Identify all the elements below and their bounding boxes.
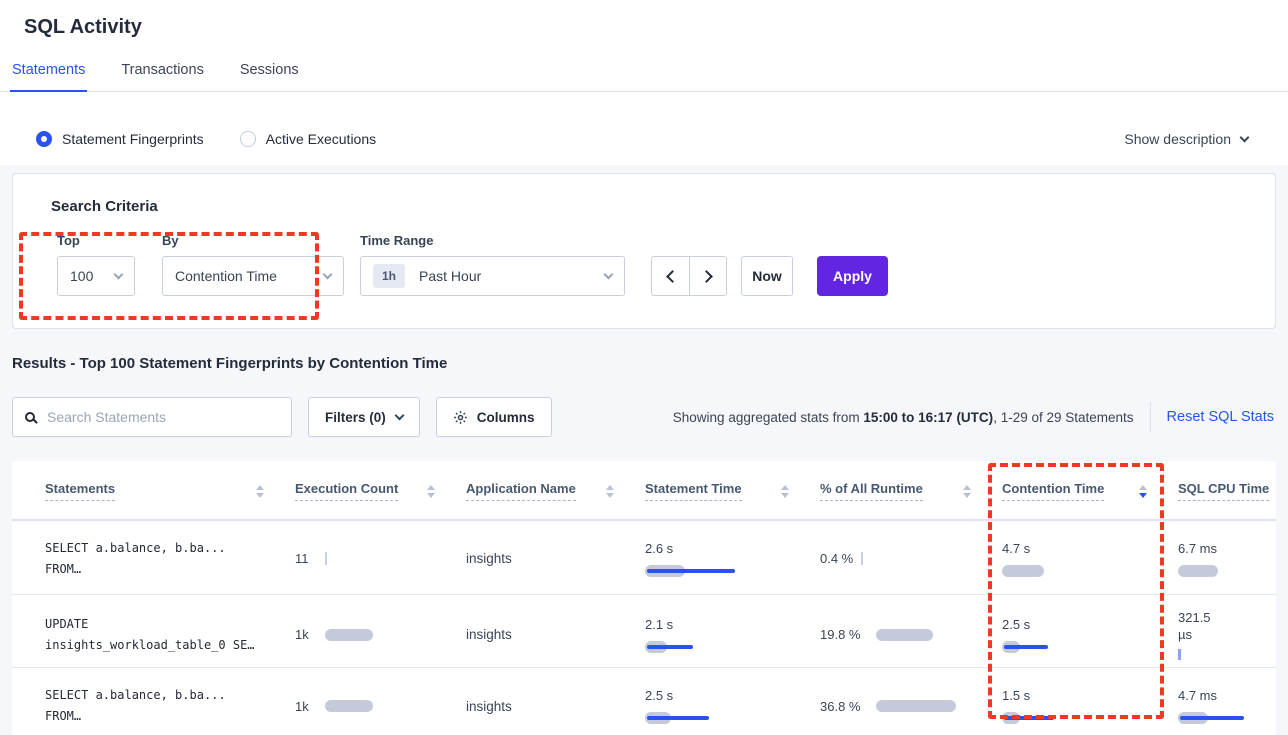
table-row[interactable]: UPDATEinsights_workload_table_0 SE… 1k i… bbox=[12, 595, 1276, 668]
sql-cpu-time-cell: 321.5 µs bbox=[1165, 595, 1276, 672]
table-row[interactable]: SELECT a.balance, b.ba...FROM… 1k insigh… bbox=[12, 668, 1276, 735]
sort-icon[interactable] bbox=[606, 485, 614, 498]
radio-unselected-icon[interactable] bbox=[240, 131, 256, 147]
table-row[interactable]: SELECT a.balance, b.ba...FROM… 11 insigh… bbox=[12, 521, 1276, 595]
reset-sql-stats-link[interactable]: Reset SQL Stats bbox=[1167, 409, 1276, 425]
tab-statements[interactable]: Statements bbox=[10, 62, 87, 92]
column-header-execution-count[interactable]: Execution Count bbox=[282, 461, 453, 519]
statement-cell[interactable]: SELECT a.balance, b.ba...FROM… bbox=[12, 668, 282, 735]
contention-time-bar bbox=[1002, 564, 1098, 578]
radio-statement-fingerprints[interactable]: Statement Fingerprints bbox=[36, 131, 204, 147]
now-button[interactable]: Now bbox=[741, 256, 793, 296]
chevron-left-icon bbox=[666, 270, 679, 283]
time-range-badge: 1h bbox=[373, 264, 405, 288]
aggregated-stats-note: Showing aggregated stats from 15:00 to 1… bbox=[673, 410, 1134, 425]
time-next-button[interactable] bbox=[689, 256, 727, 296]
column-header-statements[interactable]: Statements bbox=[12, 461, 282, 519]
search-statements-box[interactable] bbox=[12, 397, 292, 437]
column-header-contention-time[interactable]: Contention Time bbox=[989, 461, 1165, 519]
application-name-cell: insights bbox=[453, 668, 632, 735]
execution-count-cell: 1k bbox=[282, 595, 453, 672]
time-prev-button[interactable] bbox=[651, 256, 689, 296]
contention-time-bar bbox=[1002, 711, 1098, 725]
column-header-statement-time[interactable]: Statement Time bbox=[632, 461, 807, 519]
show-description-toggle[interactable]: Show description bbox=[1124, 131, 1248, 147]
statement-cell[interactable]: UPDATEinsights_workload_table_0 SE… bbox=[12, 595, 282, 672]
columns-button[interactable]: Columns bbox=[436, 397, 552, 437]
contention-time-bar bbox=[1002, 640, 1098, 654]
column-header-pct-runtime[interactable]: % of All Runtime bbox=[807, 461, 989, 519]
sql-cpu-time-bar bbox=[1178, 711, 1274, 725]
statement-time-cell: 2.6 s bbox=[632, 521, 807, 594]
search-icon bbox=[25, 412, 35, 422]
application-name-cell: insights bbox=[453, 595, 632, 672]
sql-cpu-time-bar bbox=[1178, 649, 1181, 660]
execution-count-bar bbox=[325, 628, 385, 642]
tab-transactions[interactable]: Transactions bbox=[119, 62, 205, 91]
contention-time-cell: 1.5 s bbox=[989, 668, 1165, 735]
statement-time-bar bbox=[645, 711, 741, 725]
view-toggle-bar: Statement Fingerprints Active Executions… bbox=[0, 113, 1288, 165]
chevron-down-icon bbox=[1240, 132, 1250, 142]
pct-runtime-cell: 19.8 % bbox=[807, 595, 989, 672]
time-range-select[interactable]: 1h Past Hour bbox=[360, 256, 625, 296]
gear-icon bbox=[453, 410, 468, 425]
contention-time-cell: 4.7 s bbox=[989, 521, 1165, 594]
statement-time-cell: 2.1 s bbox=[632, 595, 807, 672]
statement-time-bar bbox=[645, 564, 741, 578]
sort-icon[interactable] bbox=[781, 485, 789, 498]
time-range-label: Time Range bbox=[360, 233, 625, 248]
execution-count-bar bbox=[325, 552, 327, 565]
pct-runtime-cell: 0.4 % bbox=[807, 521, 989, 594]
sql-cpu-time-cell: 4.7 ms bbox=[1165, 668, 1284, 735]
sort-icon[interactable] bbox=[963, 485, 971, 498]
pct-runtime-bar bbox=[876, 628, 946, 642]
pct-runtime-cell: 36.8 % bbox=[807, 668, 989, 735]
table-header-row: Statements Execution Count Application N… bbox=[12, 461, 1276, 521]
chevron-right-icon bbox=[700, 270, 713, 283]
pct-runtime-bar bbox=[861, 552, 863, 565]
sort-icon[interactable] bbox=[427, 485, 435, 498]
radio-active-executions[interactable]: Active Executions bbox=[240, 131, 377, 147]
execution-count-cell: 1k bbox=[282, 668, 453, 735]
chevron-down-icon bbox=[604, 269, 614, 279]
chevron-down-icon bbox=[323, 269, 333, 279]
chevron-down-icon bbox=[114, 269, 124, 279]
column-header-application-name[interactable]: Application Name bbox=[453, 461, 632, 519]
statements-table: Statements Execution Count Application N… bbox=[12, 461, 1276, 735]
results-toolbar: Filters (0) Columns Showing aggregated s… bbox=[12, 397, 1276, 437]
top-select[interactable]: 100 bbox=[57, 256, 135, 296]
search-statements-input[interactable] bbox=[47, 409, 267, 425]
pct-runtime-bar bbox=[876, 699, 968, 713]
chevron-down-icon bbox=[394, 411, 404, 421]
statement-cell[interactable]: SELECT a.balance, b.ba...FROM… bbox=[12, 521, 282, 594]
statement-time-cell: 2.5 s bbox=[632, 668, 807, 735]
tab-bar: Statements Transactions Sessions bbox=[0, 62, 1288, 92]
contention-time-cell: 2.5 s bbox=[989, 595, 1165, 672]
column-header-sql-cpu-time[interactable]: SQL CPU Time bbox=[1165, 461, 1287, 519]
sort-desc-icon[interactable] bbox=[1139, 485, 1147, 498]
sql-cpu-time-cell: 6.7 ms bbox=[1165, 521, 1284, 594]
search-criteria-card: Search Criteria Top 100 By Contention Ti… bbox=[12, 173, 1276, 329]
by-label: By bbox=[162, 233, 344, 248]
sql-cpu-time-bar bbox=[1178, 564, 1274, 578]
radio-selected-icon[interactable] bbox=[36, 131, 52, 147]
sort-icon[interactable] bbox=[256, 485, 264, 498]
application-name-cell: insights bbox=[453, 521, 632, 594]
by-select[interactable]: Contention Time bbox=[162, 256, 344, 296]
execution-count-bar bbox=[325, 699, 385, 713]
execution-count-cell: 11 bbox=[282, 521, 453, 594]
divider bbox=[1150, 402, 1151, 432]
search-criteria-title: Search Criteria bbox=[51, 198, 1251, 215]
top-label: Top bbox=[57, 233, 135, 248]
results-heading: Results - Top 100 Statement Fingerprints… bbox=[12, 355, 1288, 372]
tab-sessions[interactable]: Sessions bbox=[238, 62, 301, 91]
statement-time-bar bbox=[645, 640, 741, 654]
filters-button[interactable]: Filters (0) bbox=[308, 397, 420, 437]
page-title: SQL Activity bbox=[0, 0, 1288, 39]
apply-button[interactable]: Apply bbox=[817, 256, 888, 296]
